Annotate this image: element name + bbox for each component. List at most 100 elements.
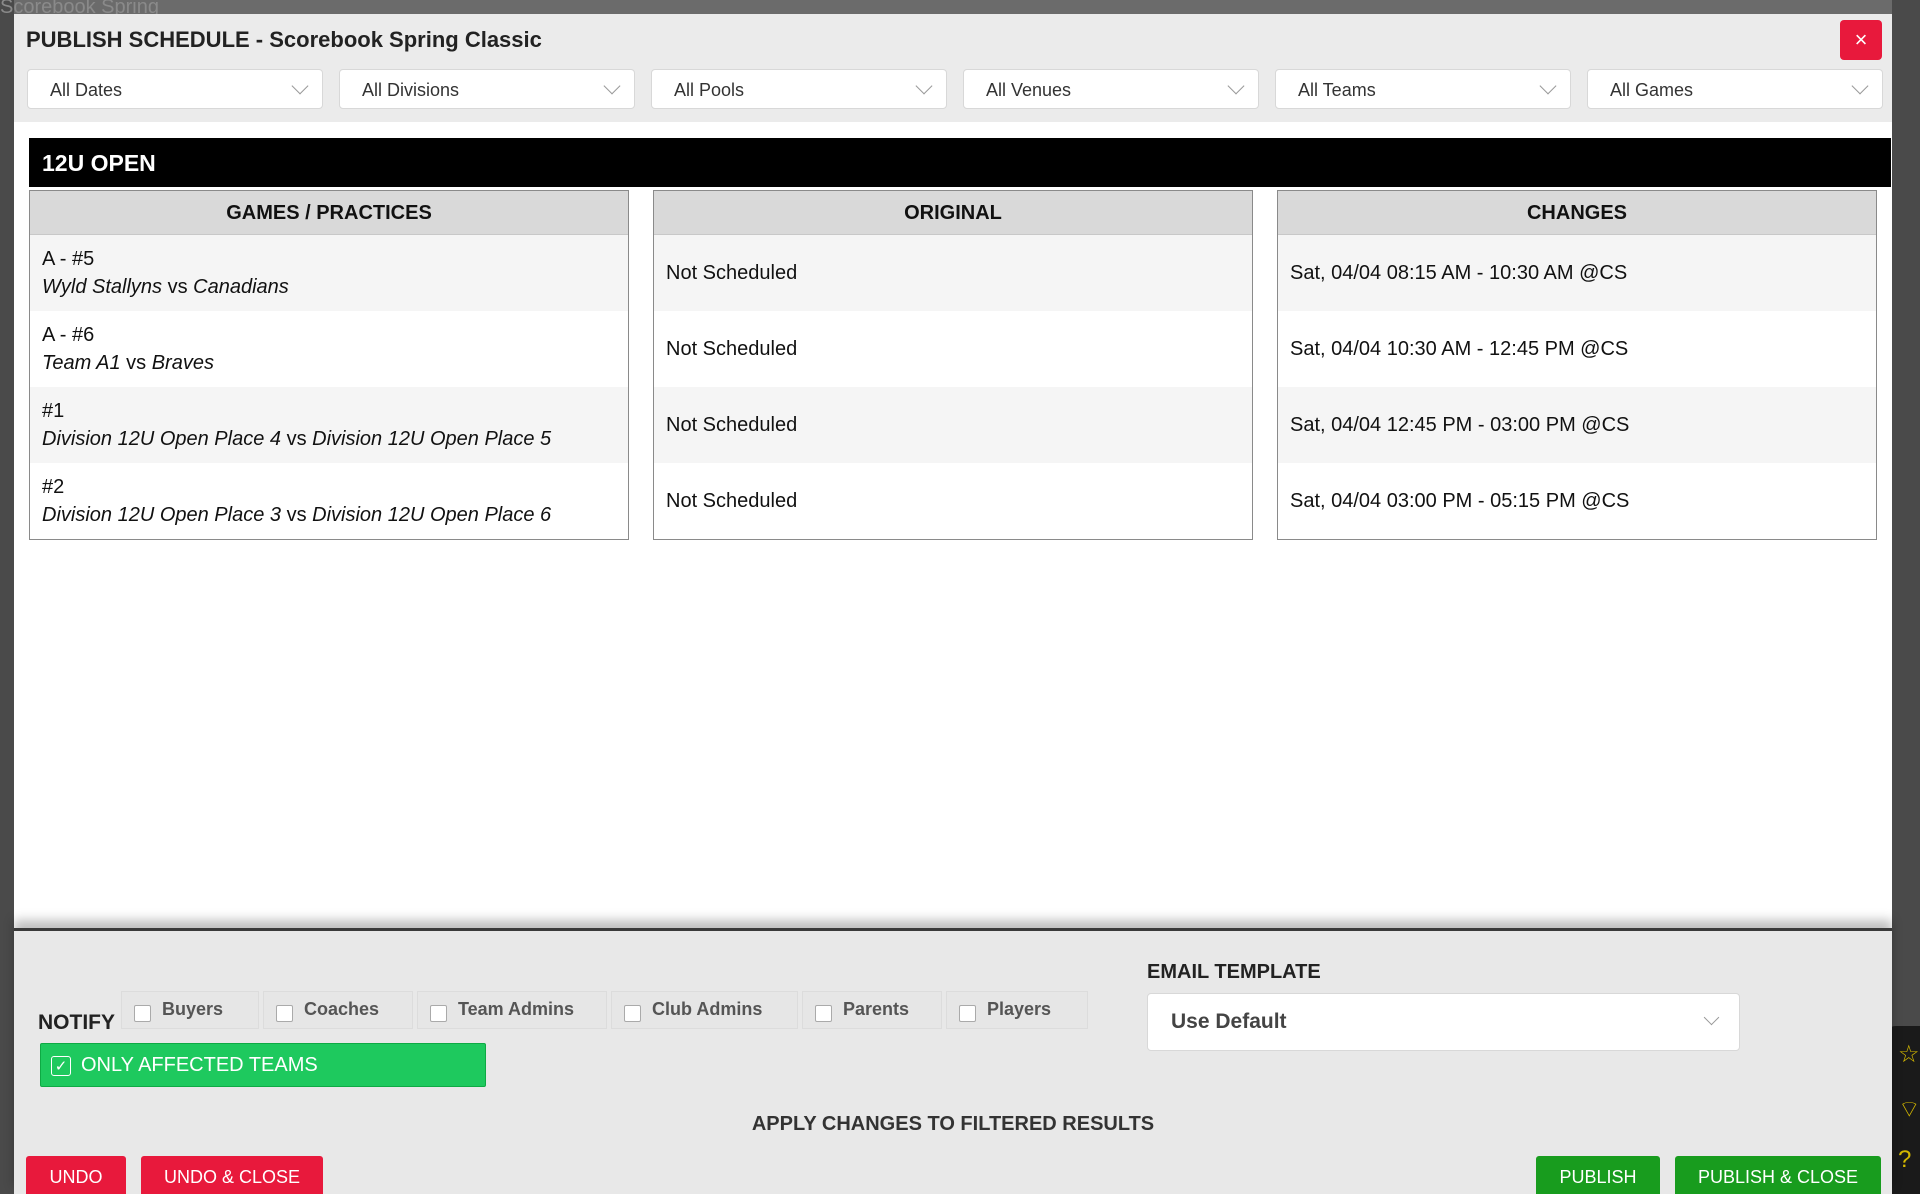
team-name: Division 12U Open Place 6 — [312, 503, 552, 526]
notify-label: NOTIFY — [38, 1011, 115, 1034]
notify-buyers-checkbox[interactable]: Buyers — [121, 991, 259, 1029]
only-affected-teams-toggle[interactable]: ✓ ONLY AFFECTED TEAMS — [40, 1043, 486, 1087]
filter-teams-select[interactable]: All Teams — [1275, 69, 1571, 109]
button-label: UNDO — [49, 1166, 103, 1187]
chevron-down-icon — [915, 77, 933, 95]
checkmark-icon: ✓ — [51, 1056, 71, 1076]
filter-label: All Teams — [1298, 80, 1376, 100]
team-name: Division 12U Open Place 4 — [42, 427, 282, 450]
table-row: A - #5 Wyld Stallyns vs Canadians — [30, 235, 628, 311]
broadcast-icon[interactable]: ⌔ — [1898, 1094, 1920, 1124]
modal-footer: NOTIFY Buyers Coaches Team Admins Club A… — [14, 928, 1892, 1194]
background-app-sidebar: Scorebook Spring — [0, 0, 159, 1194]
change-time: Sat, 04/04 12:45 PM - 03:00 PM @CS — [1290, 413, 1630, 436]
vs-label: vs — [126, 351, 147, 374]
filter-pools-select[interactable]: All Pools — [651, 69, 947, 109]
checkbox-label: Buyers — [162, 999, 224, 1019]
checkbox-box[interactable] — [276, 1005, 293, 1022]
original-status: Not Scheduled — [666, 261, 798, 284]
checkbox-box[interactable] — [959, 1005, 976, 1022]
table-row: A - #6 Team A1 vs Braves — [30, 311, 628, 387]
table-row: Not Scheduled — [654, 463, 1252, 539]
chevron-down-icon — [1227, 77, 1245, 95]
button-label: UNDO & CLOSE — [163, 1166, 301, 1187]
original-column-header: ORIGINAL — [654, 191, 1252, 235]
toggle-label: ONLY AFFECTED TEAMS — [81, 1054, 318, 1076]
changes-table: CHANGES Sat, 04/04 08:15 AM - 10:30 AM @… — [1277, 190, 1877, 540]
notify-team-admins-checkbox[interactable]: Team Admins — [417, 991, 607, 1029]
original-status: Not Scheduled — [666, 413, 798, 436]
help-icon[interactable]: ? — [1898, 1146, 1911, 1174]
matchup: Wyld Stallyns vs Canadians — [42, 276, 628, 299]
team-name: Division 12U Open Place 3 — [42, 503, 282, 526]
publish-close-button[interactable]: PUBLISH & CLOSE — [1675, 1156, 1881, 1194]
table-row: Sat, 04/04 08:15 AM - 10:30 AM @CS — [1278, 235, 1876, 311]
vs-label: vs — [286, 427, 307, 450]
team-name: Canadians — [193, 275, 289, 298]
games-column-header: GAMES / PRACTICES — [30, 191, 628, 235]
publish-button[interactable]: PUBLISH — [1536, 1156, 1660, 1194]
table-row: Sat, 04/04 12:45 PM - 03:00 PM @CS — [1278, 387, 1876, 463]
vs-label: vs — [167, 275, 188, 298]
change-time: Sat, 04/04 10:30 AM - 12:45 PM @CS — [1290, 337, 1629, 360]
team-name: Braves — [151, 351, 214, 374]
filter-games-select[interactable]: All Games — [1587, 69, 1883, 109]
notify-players-checkbox[interactable]: Players — [946, 991, 1088, 1029]
background-app-right-rail — [1892, 0, 1920, 1194]
game-number: #1 — [42, 399, 65, 422]
close-button[interactable]: × — [1840, 20, 1882, 60]
checkbox-label: Coaches — [304, 999, 380, 1019]
modal-header: PUBLISH SCHEDULE - Scorebook Spring Clas… — [14, 14, 1892, 74]
notify-parents-checkbox[interactable]: Parents — [802, 991, 942, 1029]
table-row: Not Scheduled — [654, 387, 1252, 463]
games-table: GAMES / PRACTICES A - #5 Wyld Stallyns v… — [29, 190, 629, 540]
button-label: PUBLISH & CLOSE — [1697, 1166, 1859, 1187]
matchup: Division 12U Open Place 4 vs Division 12… — [42, 428, 628, 451]
table-row: #2 Division 12U Open Place 3 vs Division… — [30, 463, 628, 539]
change-time: Sat, 04/04 08:15 AM - 10:30 AM @CS — [1290, 261, 1628, 284]
schedule-content[interactable]: 12U OPEN GAMES / PRACTICES A - #5 Wyld S… — [14, 122, 1892, 936]
email-template-value: Use Default — [1171, 1010, 1287, 1033]
table-row: Not Scheduled — [654, 311, 1252, 387]
original-table: ORIGINAL Not Scheduled Not Scheduled Not… — [653, 190, 1253, 540]
chevron-down-icon — [603, 77, 621, 95]
checkbox-box[interactable] — [815, 1005, 832, 1022]
division-header: 12U OPEN — [29, 138, 1891, 187]
matchup: Team A1 vs Braves — [42, 352, 628, 375]
checkbox-box[interactable] — [430, 1005, 447, 1022]
email-template-select[interactable]: Use Default — [1147, 993, 1740, 1051]
vs-label: vs — [286, 503, 307, 526]
button-label: PUBLISH — [1559, 1166, 1637, 1187]
notify-coaches-checkbox[interactable]: Coaches — [263, 991, 413, 1029]
undo-button[interactable]: UNDO — [26, 1156, 126, 1194]
original-status: Not Scheduled — [666, 489, 798, 512]
checkbox-label: Players — [987, 999, 1052, 1019]
filter-label: All Games — [1610, 80, 1694, 100]
filter-divisions-select[interactable]: All Divisions — [339, 69, 635, 109]
publish-schedule-modal: PUBLISH SCHEDULE - Scorebook Spring Clas… — [14, 14, 1892, 1194]
checkbox-label: Parents — [843, 999, 910, 1019]
checkbox-label: Team Admins — [458, 999, 575, 1019]
close-icon: × — [1854, 27, 1868, 52]
game-number: A - #5 — [42, 247, 95, 270]
apply-changes-label: APPLY CHANGES TO FILTERED RESULTS — [751, 1113, 1155, 1135]
filter-dates-select[interactable]: All Dates — [27, 69, 323, 109]
filter-label: All Venues — [986, 80, 1072, 100]
checkbox-box[interactable] — [134, 1005, 151, 1022]
filter-label: All Pools — [674, 80, 745, 100]
table-row: Sat, 04/04 10:30 AM - 12:45 PM @CS — [1278, 311, 1876, 387]
notify-club-admins-checkbox[interactable]: Club Admins — [611, 991, 798, 1029]
notify-options: Buyers Coaches Team Admins Club Admins P… — [121, 991, 1088, 1029]
table-row: Sat, 04/04 03:00 PM - 05:15 PM @CS — [1278, 463, 1876, 539]
table-row: #1 Division 12U Open Place 4 vs Division… — [30, 387, 628, 463]
matchup: Division 12U Open Place 3 vs Division 12… — [42, 504, 628, 527]
team-name: Wyld Stallyns — [42, 275, 163, 298]
original-status: Not Scheduled — [666, 337, 798, 360]
checkbox-box[interactable] — [624, 1005, 641, 1022]
chevron-down-icon — [1851, 77, 1869, 95]
undo-close-button[interactable]: UNDO & CLOSE — [141, 1156, 323, 1194]
filter-venues-select[interactable]: All Venues — [963, 69, 1259, 109]
chevron-down-icon — [291, 77, 309, 95]
team-name: Team A1 — [42, 351, 121, 374]
star-icon[interactable]: ☆ — [1898, 1040, 1920, 1069]
